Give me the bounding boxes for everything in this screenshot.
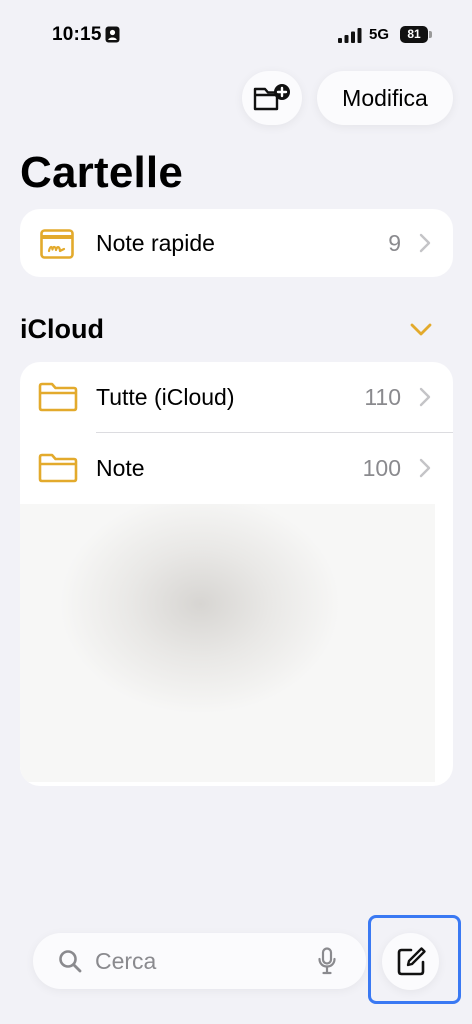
page-title: Cartelle <box>20 148 184 197</box>
quick-notes-card: Note rapide 9 <box>20 209 453 277</box>
section-title-icloud: iCloud <box>20 314 104 344</box>
chevron-down-icon[interactable] <box>410 323 432 337</box>
folder-row-all-icloud[interactable]: Tutte (iCloud) 110 <box>20 362 453 432</box>
search-icon <box>59 950 82 973</box>
folder-icon <box>38 453 78 483</box>
cellular-signal-icon <box>338 28 362 43</box>
blurred-content-area <box>20 504 435 782</box>
new-note-button[interactable] <box>382 933 439 990</box>
edit-button[interactable]: Modifica <box>317 71 453 125</box>
status-time: 10:15 <box>52 24 102 45</box>
status-bar: 10:15 5G 81 <box>0 0 472 70</box>
folder-count: 9 <box>388 230 401 256</box>
search-input[interactable]: Cerca <box>95 948 156 975</box>
chevron-right-icon <box>419 458 431 478</box>
folder-label: Note <box>96 455 145 481</box>
folder-count: 100 <box>362 455 401 481</box>
focus-mode-icon <box>105 26 120 43</box>
network-type: 5G <box>369 26 390 43</box>
icloud-folders-card: Tutte (iCloud) 110 Note 100 <box>20 362 453 786</box>
folder-count: 110 <box>364 384 401 410</box>
new-folder-button[interactable] <box>242 71 302 125</box>
chevron-right-icon <box>419 233 431 253</box>
search-bar[interactable]: Cerca <box>33 933 366 989</box>
compose-icon <box>397 946 426 975</box>
battery-level: 81 <box>400 26 428 43</box>
quick-note-icon <box>40 229 74 259</box>
folder-row-notes[interactable]: Note 100 <box>20 433 453 503</box>
folder-label: Note rapide <box>96 230 215 256</box>
folder-row-quick-notes[interactable]: Note rapide 9 <box>20 209 453 277</box>
battery-cap <box>429 31 432 38</box>
folder-badge-plus-icon <box>253 84 290 111</box>
microphone-icon[interactable] <box>318 947 336 975</box>
folder-label: Tutte (iCloud) <box>96 384 235 410</box>
chevron-right-icon <box>419 387 431 407</box>
folder-icon <box>38 382 78 412</box>
notes-folders-screen: 10:15 5G 81 Modifica Cartelle Note rapid… <box>0 0 472 1024</box>
